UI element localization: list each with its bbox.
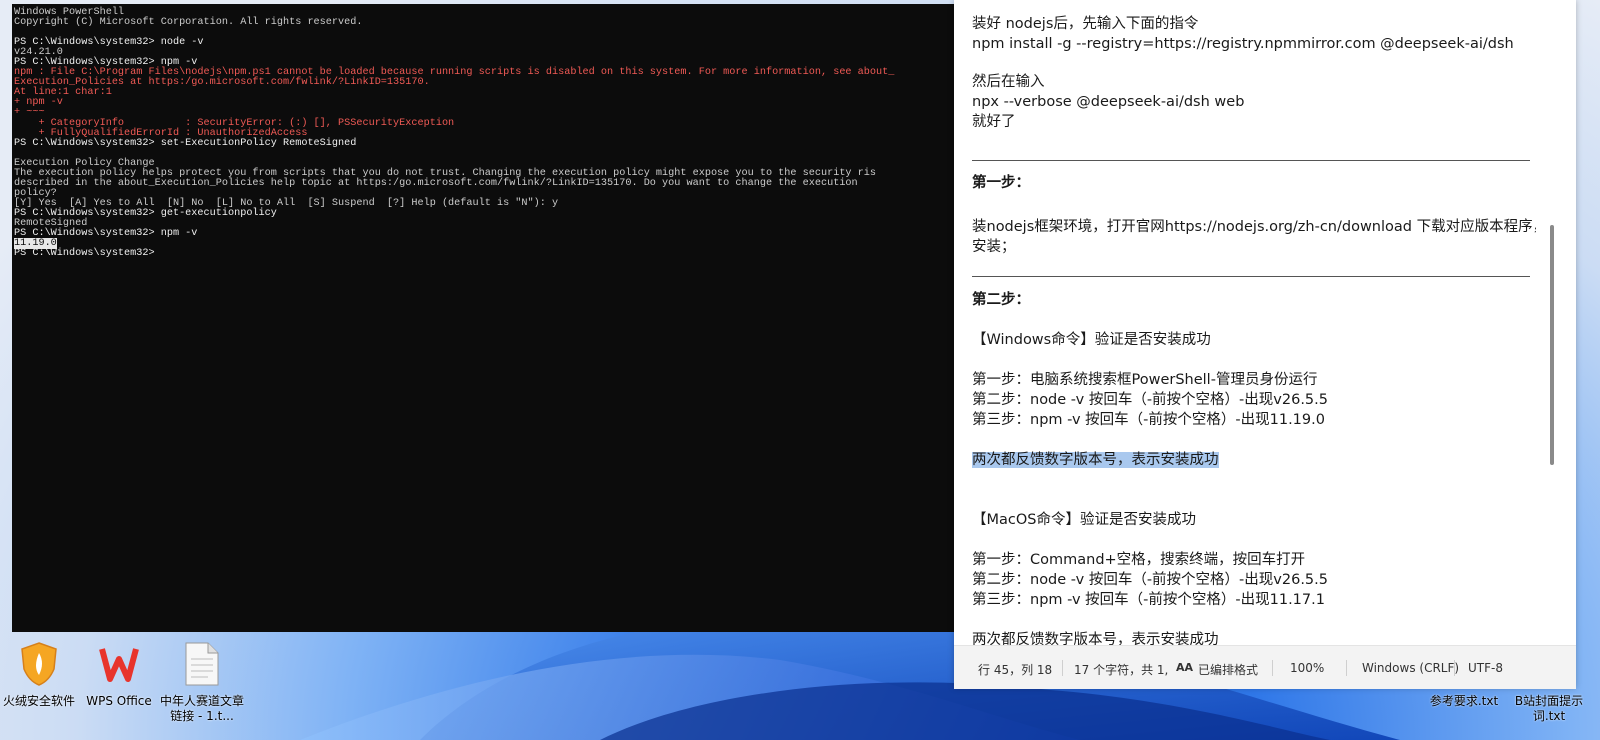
text-line: 然后在输入 bbox=[972, 74, 1045, 90]
status-bar: 行 45，列 18 17 个字符，共 1, AA 已编排格式 100% Wind… bbox=[954, 645, 1576, 689]
step1-heading: 第一步： bbox=[972, 175, 1030, 191]
text-line: 第三步：npm -v 按回车（-前按个空格）-出现11.17.1 bbox=[972, 592, 1325, 608]
status-divider bbox=[1454, 660, 1455, 676]
selection-count: 17 个字符，共 1, bbox=[1074, 663, 1169, 677]
vertical-scrollbar[interactable] bbox=[1550, 225, 1554, 465]
terminal-line: PS C:\Windows\system32> bbox=[14, 248, 155, 260]
terminal-output[interactable]: Windows PowerShell Copyright (C) Microso… bbox=[12, 4, 958, 259]
encoding[interactable]: UTF-8 bbox=[1468, 661, 1503, 675]
status-divider bbox=[1346, 660, 1347, 676]
text-line: 装好 nodejs后，先输入下面的指令 bbox=[972, 16, 1199, 32]
terminal-line: PS C:\Windows\system32> set-ExecutionPol… bbox=[14, 137, 357, 149]
separator-line bbox=[972, 276, 1530, 277]
text-line: 装nodejs框架环境，打开官网https://nodejs.org/zh-cn… bbox=[972, 219, 1536, 255]
text-file-icon bbox=[179, 640, 225, 688]
text-line: 【Windows命令】验证是否安装成功 bbox=[972, 332, 1211, 348]
format-status[interactable]: 已编排格式 bbox=[1198, 661, 1258, 678]
text-line: 第一步：Command+空格，搜索终端，按回车打开 bbox=[972, 552, 1306, 568]
zoom-level[interactable]: 100% bbox=[1290, 661, 1324, 675]
selected-text-line: 两次都反馈数字版本号，表示安装成功 bbox=[972, 450, 1219, 470]
desktop-icon-label: WPS Office bbox=[86, 694, 152, 708]
desktop-icon-huorong[interactable]: 火绒安全软件 bbox=[0, 640, 82, 709]
text-line: npm install -g --registry=https://regist… bbox=[972, 36, 1514, 52]
text-line: 第二步：node -v 按回车（-前按个空格）-出现v26.5.5 bbox=[972, 572, 1328, 588]
desktop-icon-text-file[interactable]: 中年人赛道文章链接 - 1.t... bbox=[156, 640, 248, 724]
desktop-icon-wps[interactable]: WPS Office bbox=[76, 640, 162, 709]
desktop-icon-label: 参考要求.txt bbox=[1429, 694, 1499, 708]
text-line: 【MacOS命令】验证是否安装成功 bbox=[972, 512, 1196, 528]
step2-heading: 第二步： bbox=[972, 292, 1030, 308]
powershell-window[interactable]: Windows PowerShell Copyright (C) Microso… bbox=[12, 4, 958, 632]
text-line: 两次都反馈数字版本号，表示安装成功 bbox=[972, 632, 1219, 645]
text-line: npx --verbose @deepseek-ai/dsh web bbox=[972, 94, 1245, 110]
shield-icon bbox=[16, 640, 62, 688]
selected-text: 两次都反馈数字版本号，表示安装成功 bbox=[972, 452, 1219, 468]
desktop-icon-label: 中年人赛道文章链接 - 1.t... bbox=[159, 694, 244, 723]
text-line: 第三步：npm -v 按回车（-前按个空格）-出现11.19.0 bbox=[972, 412, 1325, 428]
desktop-icon-label: 火绒安全软件 bbox=[2, 694, 75, 708]
notepad-text-area[interactable]: 装好 nodejs后，先输入下面的指令 npm install -g --reg… bbox=[972, 0, 1536, 645]
cursor-position: 行 45，列 18 bbox=[978, 663, 1053, 677]
desktop-icon-label: B站封面提示词.txt bbox=[1514, 694, 1584, 723]
text-line: 第二步：node -v 按回车（-前按个空格）-出现v26.5.5 bbox=[972, 392, 1328, 408]
separator-line bbox=[972, 160, 1530, 161]
terminal-line: Copyright (C) Microsoft Corporation. All… bbox=[14, 17, 363, 29]
text-line: 第一步：电脑系统搜索框PowerShell-管理员身份运行 bbox=[972, 372, 1318, 388]
status-divider bbox=[1062, 660, 1063, 676]
line-ending[interactable]: Windows (CRLF) bbox=[1362, 661, 1459, 675]
status-divider bbox=[1272, 660, 1273, 676]
terminal-line: described in the about_Execution_Policie… bbox=[14, 177, 858, 189]
notepad-window[interactable]: 装好 nodejs后，先输入下面的指令 npm install -g --reg… bbox=[954, 0, 1576, 689]
wps-icon bbox=[96, 640, 142, 688]
text-line: 就好了 bbox=[972, 114, 1016, 130]
format-icon: AA bbox=[1176, 661, 1194, 674]
